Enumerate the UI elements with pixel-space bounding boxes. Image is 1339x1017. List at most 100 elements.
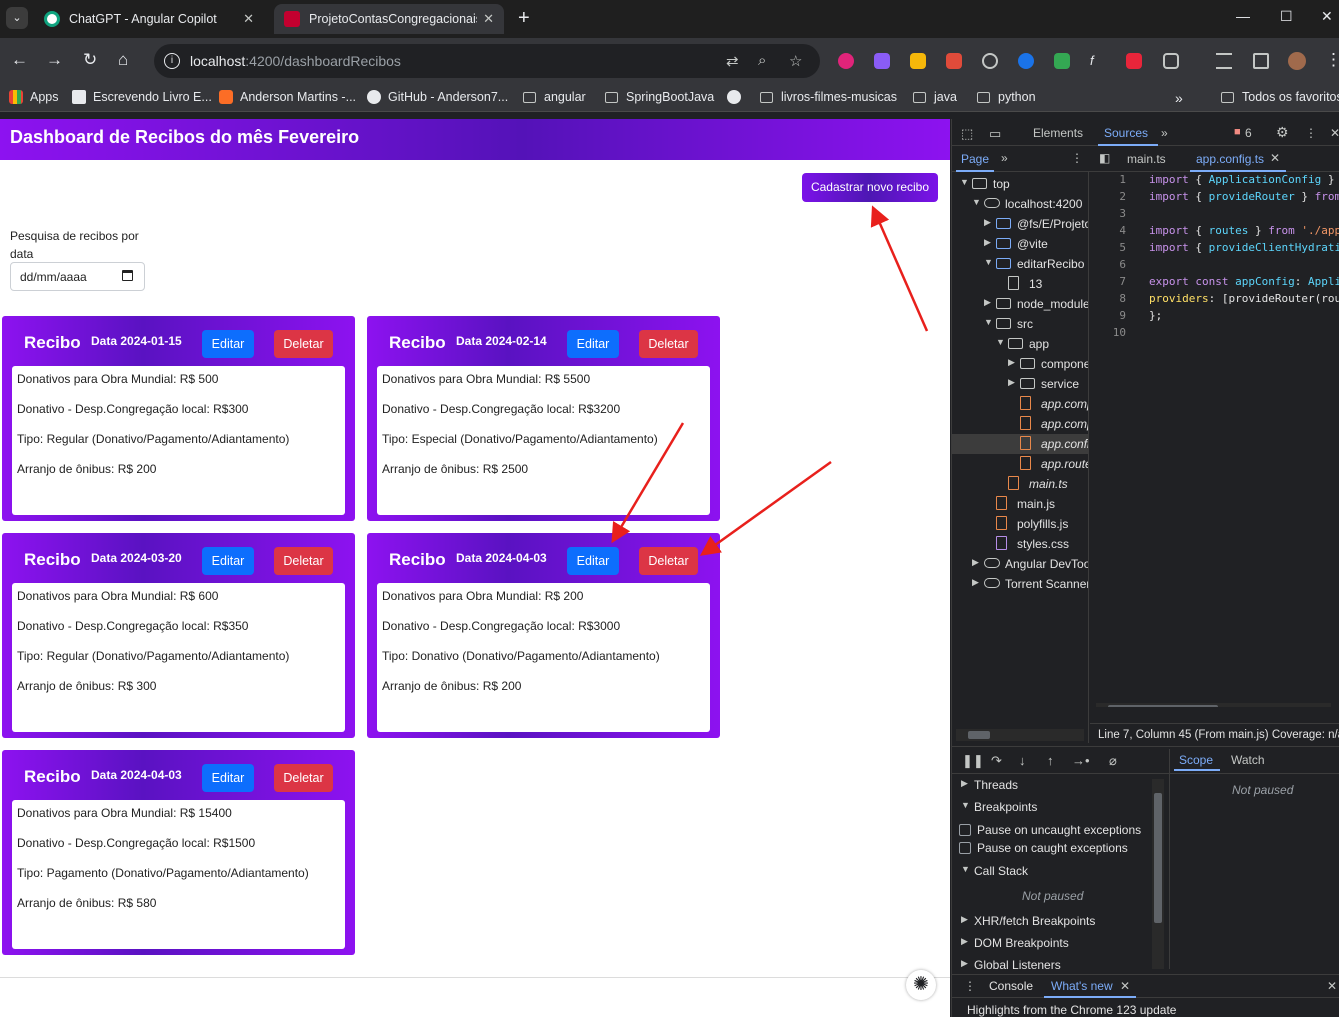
edit-button[interactable]: Editar	[202, 764, 254, 792]
tree-item[interactable]: main.ts	[952, 474, 1088, 494]
code-line[interactable]: 8 providers: [provideRouter(routes)	[1090, 292, 1339, 309]
code-line[interactable]: 4 import { routes } from './app.routes'	[1090, 224, 1339, 241]
pause-uncaught-checkbox[interactable]: Pause on uncaught exceptions	[959, 822, 1159, 840]
code-line[interactable]: 7 export const appConfig: ApplicationConf…	[1090, 275, 1339, 292]
tree-item[interactable]: styles.css	[952, 534, 1088, 554]
line-source[interactable]: export const appConfig: ApplicationConfi…	[1149, 275, 1339, 288]
tab-sources[interactable]: Sources	[1104, 126, 1148, 140]
deactivate-breakpoints-icon[interactable]: ⌀	[1109, 753, 1117, 769]
delete-button[interactable]: Deletar	[639, 330, 698, 358]
line-number[interactable]: 8	[1090, 292, 1126, 305]
tab-whats-new[interactable]: What's new	[1051, 979, 1113, 993]
tree-item[interactable]: ▼ editarRecibo	[952, 254, 1088, 274]
editor-tab-app-config[interactable]: app.config.ts	[1196, 152, 1264, 166]
bookmark-java[interactable]: java	[913, 90, 957, 104]
scroll-thumb[interactable]	[968, 731, 990, 739]
tree-item[interactable]: ▶ Torrent Scanner	[952, 574, 1088, 594]
step-into-icon[interactable]: ↓	[1019, 753, 1026, 768]
tree-item[interactable]: ▶ node_modules	[952, 294, 1088, 314]
line-number[interactable]: 10	[1090, 326, 1126, 339]
toggle-navigator-icon[interactable]: ◧	[1099, 151, 1110, 165]
menu-kebab-icon[interactable]: ⋮	[1325, 50, 1339, 70]
tab-elements[interactable]: Elements	[1033, 126, 1083, 140]
close-devtools-icon[interactable]: ✕	[1330, 126, 1339, 140]
code-line[interactable]: 10	[1090, 326, 1339, 343]
extension-2-icon[interactable]	[874, 53, 890, 69]
maximize-icon[interactable]: ☐	[1280, 8, 1293, 25]
close-file-icon[interactable]: ✕	[1270, 151, 1280, 165]
code-line[interactable]: 1 import { ApplicationConfig } from	[1090, 173, 1339, 190]
line-source[interactable]: import { provideRouter } from '@angular/…	[1149, 190, 1339, 203]
new-tab-button[interactable]: +	[518, 8, 530, 28]
line-source[interactable]: providers: [provideRouter(routes)	[1149, 292, 1339, 305]
line-number[interactable]: 2	[1090, 190, 1126, 203]
line-number[interactable]: 9	[1090, 309, 1126, 322]
collapse-icon[interactable]: ▼	[984, 317, 993, 327]
bookmark-anderson[interactable]: Anderson Martins -...	[219, 90, 356, 104]
expand-icon[interactable]: ▶	[984, 217, 991, 228]
date-search-input[interactable]: dd/mm/aaaa	[10, 262, 145, 291]
line-number[interactable]: 5	[1090, 241, 1126, 254]
tab-projeto[interactable]: ProjetoContasCongregacionais ✕	[274, 4, 504, 34]
error-badge-icon[interactable]: ■	[1234, 126, 1241, 138]
tree-item[interactable]: polyfills.js	[952, 514, 1088, 534]
expand-icon[interactable]: ▶	[972, 577, 979, 588]
tree-item[interactable]: ▶ components	[952, 354, 1088, 374]
debugger-vscroll[interactable]	[1152, 779, 1164, 969]
pause-caught-checkbox[interactable]: Pause on caught exceptions	[959, 840, 1159, 858]
global-listeners-section[interactable]: ▶ Global Listeners	[952, 954, 1152, 976]
dom-breakpoints-section[interactable]: ▶ DOM Breakpoints	[952, 932, 1152, 954]
collapse-icon[interactable]: ▼	[972, 197, 981, 207]
bookmark-livros[interactable]: livros-filmes-musicas	[760, 90, 897, 104]
code-line[interactable]: 2 import { provideRouter } from '@angular…	[1090, 190, 1339, 207]
error-count[interactable]: 6	[1245, 126, 1252, 140]
step-over-icon[interactable]: ↷	[991, 753, 1002, 769]
code-editor[interactable]: 1 import { ApplicationConfig } from 2 impor…	[1090, 172, 1339, 707]
checkbox[interactable]	[959, 824, 971, 836]
line-source[interactable]: import { routes } from './app.routes'	[1149, 224, 1339, 237]
code-line[interactable]: 3	[1090, 207, 1339, 224]
extension-4-icon[interactable]	[946, 53, 962, 69]
line-source[interactable]: import { provideClientHydration }	[1149, 241, 1339, 254]
expand-icon[interactable]: ▶	[1008, 377, 1015, 388]
line-number[interactable]: 4	[1090, 224, 1126, 237]
code-line[interactable]: 5 import { provideClientHydration }	[1090, 241, 1339, 258]
tree-item[interactable]: ▼ app	[952, 334, 1088, 354]
inspect-icon[interactable]: ⬚	[961, 126, 973, 142]
tree-item[interactable]: app.config	[952, 434, 1088, 454]
zoom-icon[interactable]: ⌕	[758, 52, 766, 69]
line-number[interactable]: 1	[1090, 173, 1126, 186]
bookmarks-overflow-icon[interactable]: »	[1175, 90, 1183, 106]
call-stack-section[interactable]: ▼ Call Stack	[952, 860, 1152, 882]
delete-button[interactable]: Deletar	[274, 330, 333, 358]
bookmark-github[interactable]: GitHub - Anderson7...	[367, 90, 508, 104]
tree-item[interactable]: app.routes	[952, 454, 1088, 474]
extension-6-icon[interactable]	[1018, 53, 1034, 69]
bookmark-python[interactable]: python	[977, 90, 1036, 104]
pause-icon[interactable]: ❚❚	[962, 753, 984, 769]
expand-icon[interactable]: ▶	[972, 557, 979, 568]
address-bar[interactable]: i localhost:4200/dashboardRecibos ⇄ ⌕ ☆	[154, 44, 820, 78]
tree-item[interactable]: ▼ localhost:4200	[952, 194, 1088, 214]
translate-icon[interactable]: ⇄	[726, 52, 739, 70]
tree-item[interactable]: ▼ src	[952, 314, 1088, 334]
tab-page[interactable]: Page	[961, 152, 989, 166]
drawer-menu-icon[interactable]: ⋮	[964, 979, 976, 993]
line-source[interactable]: };	[1149, 309, 1162, 322]
code-line[interactable]: 9};	[1090, 309, 1339, 326]
expand-icon[interactable]: ▶	[1008, 357, 1015, 368]
tree-item[interactable]: main.js	[952, 494, 1088, 514]
close-whats-new-icon[interactable]: ✕	[1120, 979, 1130, 993]
minimize-icon[interactable]: —	[1236, 8, 1250, 24]
line-number[interactable]: 6	[1090, 258, 1126, 271]
tree-item[interactable]: 13	[952, 274, 1088, 294]
url-text[interactable]: localhost:4200/dashboardRecibos	[190, 53, 401, 69]
scroll-thumb[interactable]	[1108, 705, 1218, 707]
bookmark-escrevendo[interactable]: Escrevendo Livro E...	[72, 90, 212, 104]
collapse-icon[interactable]: ▼	[984, 257, 993, 267]
bookmark-star-icon[interactable]: ☆	[789, 52, 802, 70]
settings-gear-icon[interactable]: ⚙	[1276, 124, 1289, 141]
extension-fx-icon[interactable]: f	[1090, 53, 1106, 69]
home-icon[interactable]: ⌂	[118, 50, 128, 70]
xhr-breakpoints-section[interactable]: ▶ XHR/fetch Breakpoints	[952, 910, 1152, 932]
